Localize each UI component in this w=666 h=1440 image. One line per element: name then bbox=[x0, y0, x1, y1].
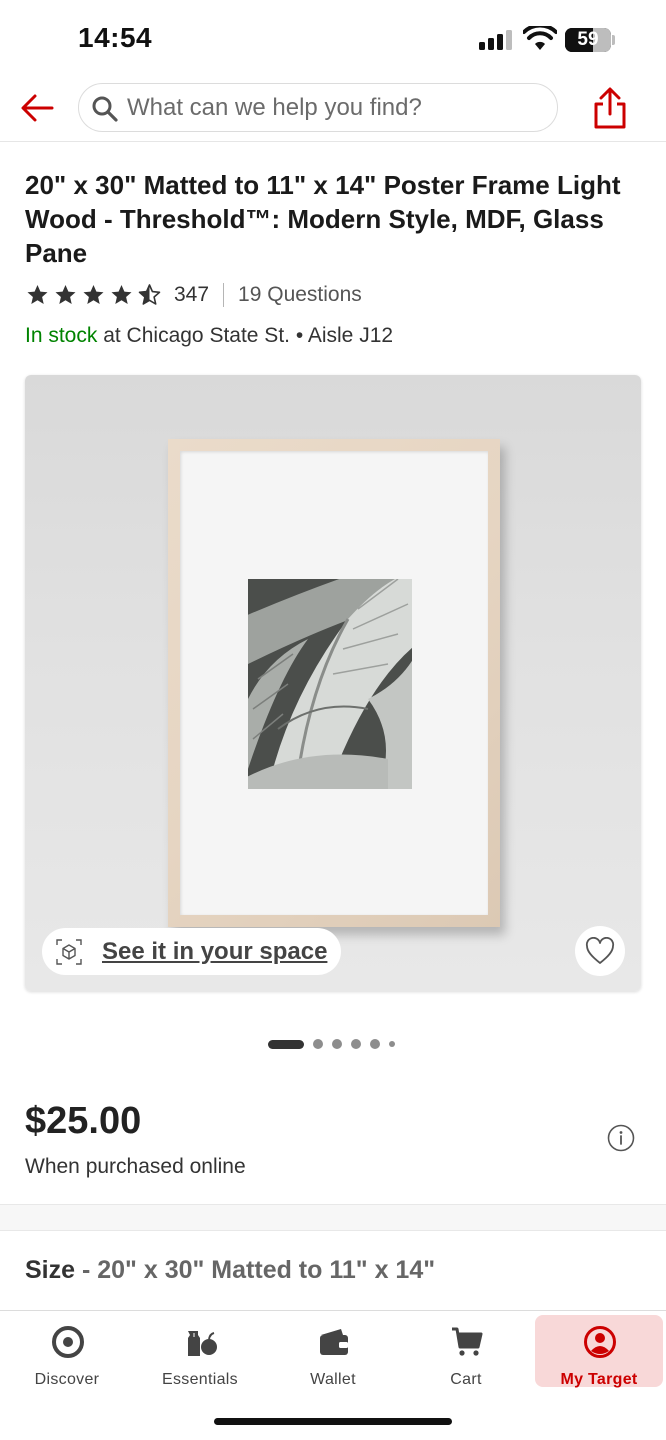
ar-cube-icon bbox=[56, 938, 82, 965]
carousel-dot[interactable] bbox=[351, 1039, 361, 1049]
stock-location: at Chicago State St. • Aisle J12 bbox=[97, 324, 394, 347]
frame-mat bbox=[180, 451, 488, 915]
carousel-indicator bbox=[268, 1038, 395, 1050]
size-value: - 20" x 30" Matted to 11" x 14" bbox=[75, 1256, 436, 1284]
product-title: 20" x 30" Matted to 11" x 14" Poster Fra… bbox=[25, 170, 621, 268]
cart-icon bbox=[452, 1327, 483, 1356]
star-filled-icon bbox=[55, 285, 76, 304]
carousel-dot[interactable] bbox=[370, 1039, 380, 1049]
search-bar[interactable] bbox=[78, 83, 558, 132]
status-time: 14:54 bbox=[78, 22, 153, 53]
see-in-space-label: See it in your space bbox=[102, 937, 328, 965]
section-divider bbox=[0, 1204, 666, 1231]
battery-level: 59 bbox=[577, 29, 599, 50]
carousel-dot-active[interactable] bbox=[268, 1039, 304, 1049]
tab-label: My Target bbox=[560, 1371, 638, 1388]
back-arrow-icon bbox=[21, 94, 54, 122]
star-half-icon bbox=[138, 284, 161, 305]
essentials-icon bbox=[188, 1331, 217, 1356]
search-input[interactable] bbox=[127, 91, 547, 125]
back-button[interactable] bbox=[18, 90, 58, 126]
wallet-icon bbox=[320, 1329, 348, 1355]
favorite-button[interactable] bbox=[575, 926, 625, 976]
leaf-illustration bbox=[248, 579, 412, 789]
questions-link[interactable]: 19 Questions bbox=[238, 283, 362, 307]
header bbox=[0, 80, 666, 142]
battery-icon: 59 bbox=[565, 28, 611, 52]
carousel-dot[interactable] bbox=[389, 1041, 395, 1047]
tab-label: Cart bbox=[450, 1371, 482, 1388]
stock-info[interactable]: In stock at Chicago State St. • Aisle J1… bbox=[25, 324, 393, 348]
wifi-icon bbox=[523, 26, 557, 50]
target-icon bbox=[52, 1326, 84, 1358]
tab-essentials[interactable]: Essentials bbox=[136, 1315, 264, 1388]
rating-divider bbox=[223, 283, 225, 307]
review-count[interactable]: 347 bbox=[174, 283, 209, 307]
star-filled-icon bbox=[83, 285, 104, 304]
price-note: When purchased online bbox=[25, 1155, 246, 1178]
carousel-dot[interactable] bbox=[332, 1039, 342, 1049]
product-image bbox=[168, 439, 500, 927]
battery-tip bbox=[612, 35, 615, 45]
tab-discover[interactable]: Discover bbox=[3, 1315, 131, 1388]
tab-my-target[interactable]: My Target bbox=[535, 1315, 663, 1388]
info-icon[interactable] bbox=[607, 1124, 635, 1152]
product-image-carousel[interactable]: See it in your space bbox=[25, 375, 641, 991]
cellular-signal-icon bbox=[479, 30, 515, 50]
rating-row: 347 19 Questions bbox=[25, 280, 362, 310]
size-label: Size bbox=[25, 1256, 76, 1284]
heart-icon bbox=[585, 937, 615, 964]
carousel-dot[interactable] bbox=[313, 1039, 323, 1049]
tab-label: Essentials bbox=[162, 1371, 238, 1388]
stock-status: In stock bbox=[25, 324, 98, 347]
see-in-space-button[interactable]: See it in your space bbox=[42, 928, 342, 975]
tab-wallet[interactable]: Wallet bbox=[269, 1315, 397, 1388]
star-filled-icon bbox=[27, 285, 48, 304]
account-icon bbox=[584, 1326, 616, 1358]
share-icon bbox=[594, 87, 626, 129]
size-selector[interactable]: Size - 20" x 30" Matted to 11" x 14" bbox=[25, 1256, 435, 1285]
star-filled-icon bbox=[111, 285, 132, 304]
search-icon bbox=[92, 96, 118, 122]
price: $25.00 bbox=[25, 1100, 142, 1142]
share-button[interactable] bbox=[590, 86, 630, 130]
tab-cart[interactable]: Cart bbox=[402, 1315, 530, 1388]
tab-label: Wallet bbox=[310, 1371, 356, 1388]
home-indicator bbox=[214, 1418, 452, 1425]
tab-label: Discover bbox=[34, 1371, 100, 1388]
leaf-print-image bbox=[248, 579, 412, 789]
status-bar: 14:54 59 bbox=[0, 0, 666, 80]
rating-stars[interactable] bbox=[25, 283, 162, 307]
